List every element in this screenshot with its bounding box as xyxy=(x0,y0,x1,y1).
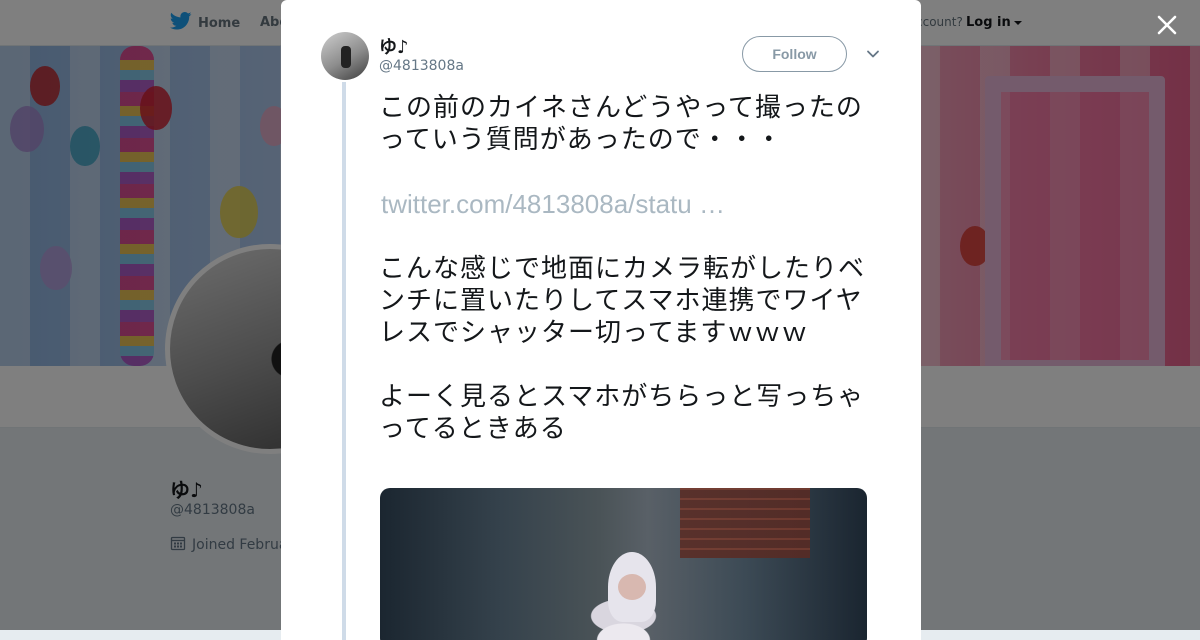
tweet-text: この前のカイネさんどうやって撮ったのっていう質問があったので・・・ twitte… xyxy=(379,92,869,445)
tweet-paragraph: この前のカイネさんどうやって撮ったのっていう質問があったので・・・ xyxy=(379,93,863,155)
photo-face xyxy=(618,574,646,600)
tweet-modal: ゆ♪ @4813808a Follow この前のカイネさんどうやって撮ったのって… xyxy=(281,0,921,640)
thread-line xyxy=(342,82,346,640)
tweet-quoted-link[interactable]: twitter.com/4813808a/statu … xyxy=(379,189,725,219)
close-icon xyxy=(1157,15,1177,35)
tweet-options-button[interactable] xyxy=(864,45,882,63)
tweet-author-handle[interactable]: @4813808a xyxy=(379,58,464,74)
tweet-photo[interactable] xyxy=(380,488,867,640)
tweet-paragraph: よーく見るとスマホがちらっと写っちゃってるときある xyxy=(379,382,865,444)
tweet-author-name[interactable]: ゆ♪ xyxy=(379,33,409,59)
follow-button[interactable]: Follow xyxy=(742,36,847,72)
chevron-down-icon xyxy=(867,50,879,58)
tweet-paragraph: こんな感じで地面にカメラ転がしたりベンチに置いたりしてスマホ連携でワイヤレスでシ… xyxy=(379,254,866,348)
photo-brick-wall xyxy=(680,488,810,558)
tweet-author-avatar[interactable] xyxy=(321,32,369,80)
close-button[interactable] xyxy=(1152,10,1182,40)
